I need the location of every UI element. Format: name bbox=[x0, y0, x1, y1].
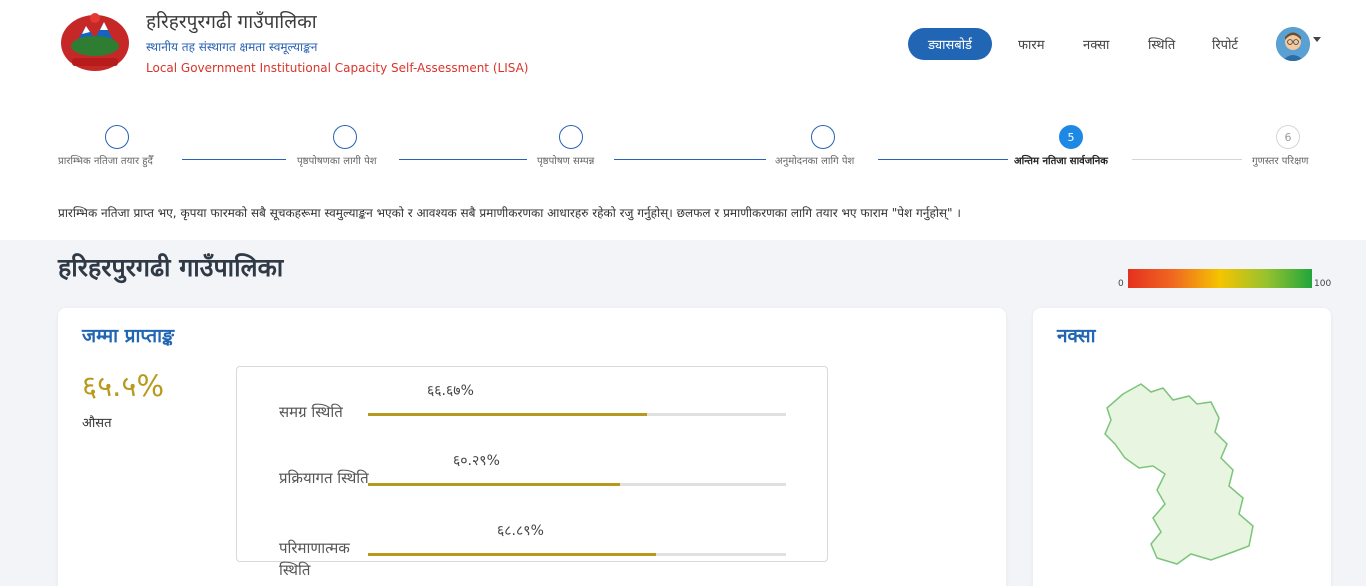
subtitle-nepali: स्थानीय तह संस्थागत क्षमता स्वमूल्याङ्कन bbox=[146, 40, 318, 54]
nav-report[interactable]: रिपोर्ट bbox=[1212, 28, 1238, 60]
step-2-label: पृष्ठपोषणका लागी पेश bbox=[297, 156, 377, 167]
score-bar-row: ६०.२९% प्रक्रियागत स्थिति bbox=[237, 451, 829, 511]
step-4-circle bbox=[811, 125, 835, 149]
map-card: नक्सा bbox=[1033, 308, 1331, 586]
user-avatar-icon[interactable] bbox=[1276, 27, 1310, 61]
bar-value: ६८.८९% bbox=[497, 523, 544, 539]
progress-stepper: प्रारम्भिक नतिजा तयार हुदैँ पृष्ठपोषणका … bbox=[0, 100, 1366, 190]
step-connector bbox=[614, 159, 766, 160]
bar-track bbox=[368, 553, 786, 556]
total-score-title: जम्मा प्राप्ताङ्क bbox=[82, 325, 175, 347]
bar-value: ६०.२९% bbox=[453, 453, 500, 469]
step-6-circle: 6 bbox=[1276, 125, 1300, 149]
score-bars-panel: ६६.६७% समग्र स्थिति ६०.२९% प्रक्रियागत स… bbox=[236, 366, 829, 579]
score-bar-row: ६८.८९% परिमाणात्मक स्थिति bbox=[237, 521, 829, 581]
bar-fill bbox=[368, 413, 647, 416]
total-score-card: जम्मा प्राप्ताङ्क ६५.५% औसत ६६.६७% समग्र… bbox=[58, 308, 1006, 586]
step-connector bbox=[1132, 159, 1242, 160]
step-6-label: गुणस्तर परिक्षण bbox=[1252, 156, 1309, 167]
subtitle-english: Local Government Institutional Capacity … bbox=[146, 61, 529, 75]
step-connector bbox=[399, 159, 527, 160]
chevron-down-icon[interactable] bbox=[1313, 37, 1321, 42]
municipality-map-outline[interactable] bbox=[1093, 374, 1273, 574]
nav-dashboard[interactable]: ड्यासबोर्ड bbox=[908, 28, 992, 60]
page-title: हरिहरपुरगढी गाउँपालिका bbox=[58, 253, 284, 282]
map-card-title: नक्सा bbox=[1057, 325, 1096, 347]
score-bar-row: ६६.६७% समग्र स्थिति bbox=[237, 381, 829, 441]
bar-value: ६६.६७% bbox=[427, 383, 474, 399]
nav-status[interactable]: स्थिति bbox=[1148, 28, 1175, 60]
step-connector bbox=[182, 159, 286, 160]
step-2-circle bbox=[333, 125, 357, 149]
bar-track bbox=[368, 483, 786, 486]
total-score-caption: औसत bbox=[82, 416, 112, 431]
bar-label: प्रक्रियागत स्थिति bbox=[279, 469, 369, 487]
step-3-circle bbox=[559, 125, 583, 149]
score-color-scale bbox=[1128, 269, 1312, 288]
step-5-label: अन्तिम नतिजा सार्वजनिक bbox=[1014, 156, 1108, 167]
step-4-label: अनुमोदनका लागि पेश bbox=[775, 156, 855, 167]
nav-map[interactable]: नक्सा bbox=[1083, 28, 1109, 60]
step-connector bbox=[878, 159, 1008, 160]
total-score-value: ६५.५% bbox=[82, 369, 165, 403]
bar-label: समग्र स्थिति bbox=[279, 403, 343, 421]
step-1-circle bbox=[105, 125, 129, 149]
bar-fill bbox=[368, 553, 656, 556]
org-name: हरिहरपुरगढी गाउँपालिका bbox=[146, 11, 317, 33]
bar-fill bbox=[368, 483, 620, 486]
notice-text: प्रारम्भिक नतिजा प्राप्त भए, कृपया फारमक… bbox=[58, 206, 961, 220]
scale-max-label: 100 bbox=[1314, 279, 1332, 289]
nepal-emblem-icon bbox=[58, 10, 132, 76]
top-header: हरिहरपुरगढी गाउँपालिका स्थानीय तह संस्था… bbox=[0, 0, 1366, 100]
scale-min-label: 0 bbox=[1118, 279, 1124, 289]
bar-label: परिमाणात्मक स्थिति bbox=[279, 539, 350, 579]
step-1-label: प्रारम्भिक नतिजा तयार हुदैँ bbox=[58, 156, 153, 167]
step-5-circle: 5 bbox=[1059, 125, 1083, 149]
bar-track bbox=[368, 413, 786, 416]
step-3-label: पृष्ठपोषण सम्पन्न bbox=[537, 156, 595, 167]
nav-form[interactable]: फारम bbox=[1018, 28, 1044, 60]
